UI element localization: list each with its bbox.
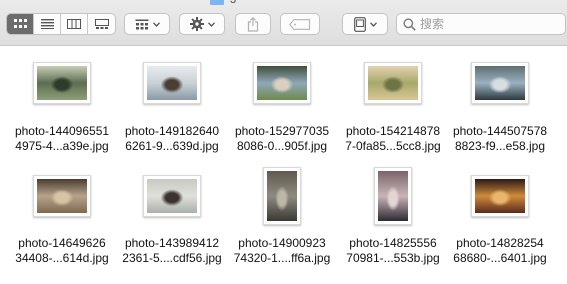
file-thumbnail[interactable] bbox=[471, 175, 529, 217]
icon-view-button[interactable] bbox=[7, 14, 34, 34]
file-name-line-2: 6261-9...639d.jpg bbox=[125, 139, 219, 153]
photo-preview bbox=[37, 179, 87, 213]
file-thumbnail[interactable] bbox=[263, 167, 301, 225]
action-button[interactable] bbox=[179, 13, 225, 35]
icon-view-icon bbox=[13, 19, 27, 28]
quick-look-button[interactable] bbox=[342, 13, 388, 35]
file-name-label: photo-14900923 74320-1....ff6a.jpg bbox=[226, 236, 338, 266]
chevron-down-icon bbox=[152, 21, 160, 27]
edit-tags-button[interactable] bbox=[280, 13, 320, 35]
photo-preview bbox=[257, 66, 307, 100]
list-view-button[interactable] bbox=[34, 14, 61, 34]
file-name-line-2: 74320-1....ff6a.jpg bbox=[233, 251, 331, 265]
file-name-line-2: 4975-4...a39e.jpg bbox=[15, 139, 109, 153]
photo-preview bbox=[37, 66, 87, 100]
list-view-icon bbox=[40, 19, 54, 29]
window-title-text: 3 bbox=[230, 0, 237, 6]
file-name-line-1: photo-14828254 bbox=[456, 236, 544, 250]
file-name-line-1: photo-152977035 bbox=[234, 124, 330, 138]
file-name-line-1: photo-14649626 bbox=[18, 236, 106, 250]
file-name-label: photo-14649626 34408-...614d.jpg bbox=[6, 236, 118, 266]
file-name-line-1: photo-149182640 bbox=[124, 124, 220, 138]
file-icon-grid: photo-144096551 4975-4...a39e.jpg photo-14… bbox=[0, 46, 567, 284]
column-view-button[interactable] bbox=[61, 14, 88, 34]
grid-group-icon bbox=[135, 19, 148, 29]
photo-preview bbox=[475, 179, 525, 213]
gallery-view-button[interactable] bbox=[88, 14, 115, 34]
file-name-label: photo-14828254 68680-...6401.jpg bbox=[444, 236, 556, 266]
group-by-button[interactable] bbox=[124, 13, 170, 35]
file-name-label: photo-144507578 8823-f9...e58.jpg bbox=[444, 124, 556, 154]
share-icon bbox=[247, 16, 259, 32]
photo-preview bbox=[147, 66, 197, 100]
search-icon bbox=[403, 17, 416, 31]
file-thumbnail[interactable] bbox=[143, 175, 201, 217]
file-name-label: photo-149182640 6261-9...639d.jpg bbox=[116, 124, 228, 154]
file-name-label: photo-154214878 7-0fa85...5cc8.jpg bbox=[337, 124, 449, 154]
photo-preview bbox=[368, 66, 418, 100]
photo-preview bbox=[475, 66, 525, 100]
file-thumbnail[interactable] bbox=[33, 175, 91, 217]
file-name-line-1: photo-14900923 bbox=[238, 236, 326, 250]
file-name-line-1: photo-144096551 bbox=[14, 124, 110, 138]
file-thumbnail[interactable] bbox=[364, 62, 422, 104]
file-thumbnail[interactable] bbox=[374, 167, 412, 225]
file-name-line-2: 70981-...553b.jpg bbox=[346, 251, 440, 265]
photo-preview bbox=[267, 171, 297, 221]
folder-icon bbox=[210, 0, 224, 5]
file-name-label: photo-14825556 70981-...553b.jpg bbox=[337, 236, 449, 266]
file-thumbnail[interactable] bbox=[33, 62, 91, 104]
file-name-line-1: photo-143989412 bbox=[124, 236, 220, 250]
share-button[interactable] bbox=[235, 13, 271, 35]
view-mode-segmented-control bbox=[6, 13, 116, 35]
chevron-down-icon bbox=[207, 21, 215, 27]
file-name-label: photo-152977035 8086-0...905f.jpg bbox=[226, 124, 338, 154]
file-name-line-1: photo-14825556 bbox=[349, 236, 437, 250]
finder-toolbar: 3 bbox=[0, 0, 567, 46]
tag-icon bbox=[289, 18, 311, 30]
file-name-line-2: 34408-...614d.jpg bbox=[15, 251, 109, 265]
file-name-line-2: 68680-...6401.jpg bbox=[453, 251, 547, 265]
gear-icon bbox=[189, 17, 204, 31]
gallery-view-icon bbox=[94, 19, 109, 29]
file-name-line-1: photo-144507578 bbox=[452, 124, 548, 138]
photo-preview bbox=[378, 171, 408, 221]
chevron-down-icon bbox=[369, 21, 377, 27]
photo-preview bbox=[147, 179, 197, 213]
window-title: 3 bbox=[210, 0, 236, 6]
file-thumbnail[interactable] bbox=[143, 62, 201, 104]
phone-preview-icon bbox=[353, 16, 366, 32]
file-name-label: photo-144096551 4975-4...a39e.jpg bbox=[6, 124, 118, 154]
file-name-line-1: photo-154214878 bbox=[345, 124, 441, 138]
search-field[interactable] bbox=[396, 13, 566, 35]
file-name-label: photo-143989412 2361-5....cdf56.jpg bbox=[116, 236, 228, 266]
column-view-icon bbox=[67, 19, 81, 29]
file-name-line-2: 8086-0...905f.jpg bbox=[236, 139, 328, 153]
file-name-line-2: 2361-5....cdf56.jpg bbox=[122, 251, 222, 265]
file-thumbnail[interactable] bbox=[253, 62, 311, 104]
file-name-line-2: 8823-f9...e58.jpg bbox=[454, 139, 546, 153]
search-input[interactable] bbox=[420, 17, 560, 31]
file-name-line-2: 7-0fa85...5cc8.jpg bbox=[345, 139, 441, 153]
file-thumbnail[interactable] bbox=[471, 62, 529, 104]
